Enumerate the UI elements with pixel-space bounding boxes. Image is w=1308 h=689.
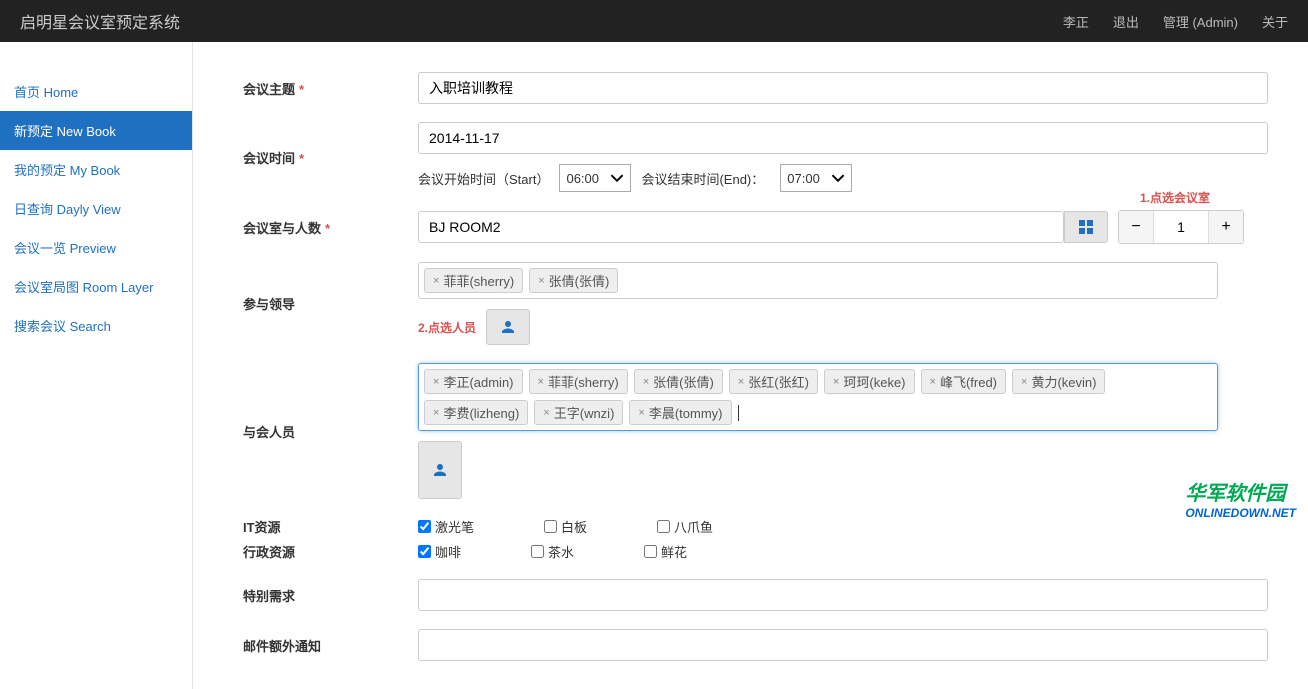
nav-user[interactable]: 李正	[1063, 12, 1089, 31]
start-label: 会议开始时间（Start）	[418, 169, 549, 188]
tag-remove-icon[interactable]: ×	[643, 376, 649, 388]
subject-input[interactable]	[418, 72, 1268, 104]
leaders-tagbox[interactable]: × 菲菲(sherry)× 张倩(张倩)	[418, 262, 1218, 299]
top-bar: 启明星会议室预定系统 李正 退出 管理 (Admin) 关于	[0, 0, 1308, 42]
end-label: 会议结束时间(End)：	[641, 169, 764, 188]
nav-logout[interactable]: 退出	[1113, 12, 1139, 31]
date-input[interactable]	[418, 122, 1268, 154]
tag[interactable]: × 王字(wnzi)	[534, 400, 623, 425]
nav-about[interactable]: 关于	[1262, 12, 1288, 31]
person-icon	[499, 318, 517, 336]
tag-remove-icon[interactable]: ×	[433, 376, 439, 388]
main-form: 会议主题* 会议时间* 会议开始时间（Start） 06:00 会议结束时间(E…	[193, 42, 1308, 689]
checkbox[interactable]	[531, 545, 544, 558]
person-icon	[431, 461, 449, 479]
brand-title: 启明星会议室预定系统	[20, 9, 180, 33]
sidebar-item[interactable]: 搜索会议 Search	[0, 306, 192, 345]
sidebar-item[interactable]: 会议一览 Preview	[0, 228, 192, 267]
checkbox-option[interactable]: 鲜花	[644, 542, 687, 561]
sidebar-item[interactable]: 会议室局图 Room Layer	[0, 267, 192, 306]
count-plus-button[interactable]: +	[1209, 211, 1243, 243]
subject-label: 会议主题*	[243, 79, 418, 98]
room-input[interactable]	[418, 211, 1064, 243]
it-label: IT资源	[243, 517, 418, 536]
time-label: 会议时间*	[243, 148, 418, 167]
tag-remove-icon[interactable]: ×	[833, 376, 839, 388]
notify-input[interactable]	[418, 629, 1268, 661]
tag[interactable]: × 菲菲(sherry)	[529, 369, 628, 394]
tag[interactable]: × 珂珂(keke)	[824, 369, 915, 394]
tag-remove-icon[interactable]: ×	[543, 407, 549, 419]
checkbox-option[interactable]: 激光笔	[418, 517, 474, 536]
checkbox[interactable]	[418, 520, 431, 533]
tag-remove-icon[interactable]: ×	[738, 376, 744, 388]
sidebar: 首页 Home新预定 New Book我的预定 My Book日查询 Dayly…	[0, 42, 193, 689]
leaders-picker-button[interactable]	[486, 309, 530, 345]
room-label: 会议室与人数*	[243, 218, 418, 237]
count-input[interactable]	[1153, 211, 1209, 243]
checkbox[interactable]	[644, 545, 657, 558]
count-stepper: − +	[1118, 210, 1244, 244]
tag[interactable]: × 李晨(tommy)	[629, 400, 731, 425]
checkbox[interactable]	[418, 545, 431, 558]
count-minus-button[interactable]: −	[1119, 211, 1153, 243]
tag-remove-icon[interactable]: ×	[538, 275, 544, 287]
tag[interactable]: × 峰飞(fred)	[921, 369, 1007, 394]
checkbox-option[interactable]: 咖啡	[418, 542, 461, 561]
notify-label: 邮件额外通知	[243, 636, 418, 655]
members-tagbox[interactable]: × 李正(admin)× 菲菲(sherry)× 张倩(张倩)× 张红(张红)×…	[418, 363, 1218, 431]
hint-people: 2.点选人员	[418, 319, 476, 336]
sidebar-item[interactable]: 我的预定 My Book	[0, 150, 192, 189]
tag-remove-icon[interactable]: ×	[930, 376, 936, 388]
end-time-select[interactable]: 07:00	[780, 164, 852, 192]
tag[interactable]: × 张倩(张倩)	[529, 268, 618, 293]
special-label: 特别需求	[243, 586, 418, 605]
tag-remove-icon[interactable]: ×	[638, 407, 644, 419]
start-time-select[interactable]: 06:00	[559, 164, 631, 192]
tag-remove-icon[interactable]: ×	[1021, 376, 1027, 388]
checkbox-option[interactable]: 八爪鱼	[657, 517, 713, 536]
checkbox[interactable]	[657, 520, 670, 533]
tag-remove-icon[interactable]: ×	[433, 407, 439, 419]
chevron-down-icon	[831, 171, 845, 185]
sidebar-item[interactable]: 日查询 Dayly View	[0, 189, 192, 228]
members-label: 与会人员	[243, 422, 418, 441]
special-input[interactable]	[418, 579, 1268, 611]
checkbox-option[interactable]: 白板	[544, 517, 587, 536]
tag[interactable]: × 菲菲(sherry)	[424, 268, 523, 293]
room-picker-button[interactable]	[1064, 211, 1108, 243]
tag[interactable]: × 李正(admin)	[424, 369, 523, 394]
chevron-down-icon	[610, 171, 624, 185]
leaders-label: 参与领导	[243, 294, 418, 313]
tag[interactable]: × 张倩(张倩)	[634, 369, 723, 394]
grid-icon	[1079, 220, 1093, 234]
tag[interactable]: × 张红(张红)	[729, 369, 818, 394]
admin-res-label: 行政资源	[243, 542, 418, 561]
tag-remove-icon[interactable]: ×	[538, 376, 544, 388]
tag-remove-icon[interactable]: ×	[433, 275, 439, 287]
checkbox-option[interactable]: 茶水	[531, 542, 574, 561]
tag[interactable]: × 李费(lizheng)	[424, 400, 528, 425]
hint-room: 1.点选会议室	[1140, 189, 1210, 206]
members-picker-button[interactable]	[418, 441, 462, 499]
tag[interactable]: × 黄力(kevin)	[1012, 369, 1105, 394]
sidebar-item[interactable]: 新预定 New Book	[0, 111, 192, 150]
checkbox[interactable]	[544, 520, 557, 533]
nav-admin[interactable]: 管理 (Admin)	[1163, 12, 1238, 31]
sidebar-item[interactable]: 首页 Home	[0, 72, 192, 111]
